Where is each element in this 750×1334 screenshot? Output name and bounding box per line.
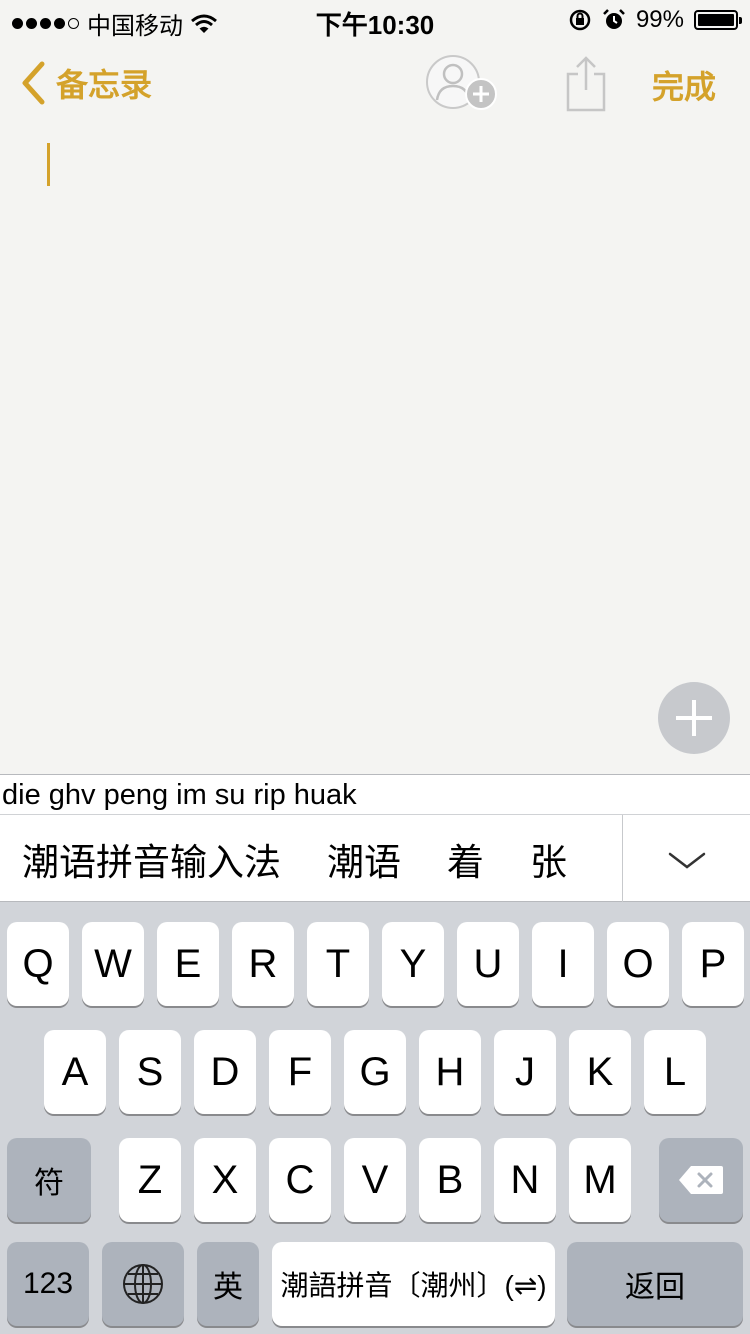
chevron-left-icon xyxy=(22,61,45,105)
key-x[interactable]: X xyxy=(194,1138,256,1222)
key-i[interactable]: I xyxy=(532,922,594,1006)
key-v[interactable]: V xyxy=(344,1138,406,1222)
done-button[interactable]: 完成 xyxy=(652,62,716,108)
candidate-item[interactable]: 张 xyxy=(530,832,567,886)
return-key[interactable]: 返回 xyxy=(567,1242,743,1326)
symbol-key[interactable]: 符 xyxy=(7,1138,91,1222)
key-a[interactable]: A xyxy=(44,1030,106,1114)
candidate-item[interactable]: 着 xyxy=(447,832,484,886)
chevron-down-icon xyxy=(668,852,706,869)
key-o[interactable]: O xyxy=(607,922,669,1006)
key-m[interactable]: M xyxy=(569,1138,631,1222)
alarm-icon xyxy=(603,9,625,29)
backspace-icon xyxy=(679,1166,723,1194)
ime-composition-text: die ghv peng im su rip huak xyxy=(0,774,750,814)
nav-bar: 备忘录 完成 xyxy=(0,40,750,130)
note-editor[interactable] xyxy=(0,130,750,774)
expand-candidates-button[interactable] xyxy=(623,815,750,903)
key-q[interactable]: Q xyxy=(7,922,69,1006)
space-key[interactable]: 潮語拼音〔潮州〕(⇌) xyxy=(272,1242,555,1326)
key-c[interactable]: C xyxy=(269,1138,331,1222)
key-s[interactable]: S xyxy=(119,1030,181,1114)
key-d[interactable]: D xyxy=(194,1030,256,1114)
battery-icon xyxy=(694,10,742,30)
battery-percent: 99% xyxy=(635,6,684,33)
ime-candidate-bar: 潮语拼音输入法 潮语 着 张 xyxy=(0,814,750,903)
share-icon[interactable] xyxy=(562,54,610,114)
key-k[interactable]: K xyxy=(569,1030,631,1114)
status-right: 99% xyxy=(568,6,742,34)
key-t[interactable]: T xyxy=(307,922,369,1006)
key-j[interactable]: J xyxy=(494,1030,556,1114)
rotation-lock-icon xyxy=(569,9,591,31)
key-p[interactable]: P xyxy=(682,922,744,1006)
keyboard: Q W E R T Y U I O P A S D F G H J K L 符 … xyxy=(0,902,750,1334)
globe-icon xyxy=(123,1264,163,1304)
candidate-list: 潮语拼音输入法 潮语 着 张 xyxy=(22,815,567,903)
key-h[interactable]: H xyxy=(419,1030,481,1114)
key-g[interactable]: G xyxy=(344,1030,406,1114)
english-key[interactable]: 英 xyxy=(197,1242,259,1326)
key-y[interactable]: Y xyxy=(382,922,444,1006)
key-b[interactable]: B xyxy=(419,1138,481,1222)
candidate-item[interactable]: 潮语拼音输入法 xyxy=(22,832,281,886)
text-cursor xyxy=(47,143,50,186)
numbers-key[interactable]: 123 xyxy=(7,1242,89,1326)
back-label: 备忘录 xyxy=(56,67,153,103)
candidate-item[interactable]: 潮语 xyxy=(327,832,401,886)
add-person-icon[interactable] xyxy=(425,54,501,114)
globe-key[interactable] xyxy=(102,1242,184,1326)
key-z[interactable]: Z xyxy=(119,1138,181,1222)
add-attachment-button[interactable] xyxy=(658,682,730,754)
key-n[interactable]: N xyxy=(494,1138,556,1222)
key-f[interactable]: F xyxy=(269,1030,331,1114)
key-r[interactable]: R xyxy=(232,922,294,1006)
key-e[interactable]: E xyxy=(157,922,219,1006)
key-u[interactable]: U xyxy=(457,922,519,1006)
key-l[interactable]: L xyxy=(644,1030,706,1114)
back-button[interactable]: 备忘录 xyxy=(20,60,152,106)
status-bar: 中国移动 下午10:30 99% xyxy=(0,0,750,40)
backspace-key[interactable] xyxy=(659,1138,743,1222)
key-w[interactable]: W xyxy=(82,922,144,1006)
